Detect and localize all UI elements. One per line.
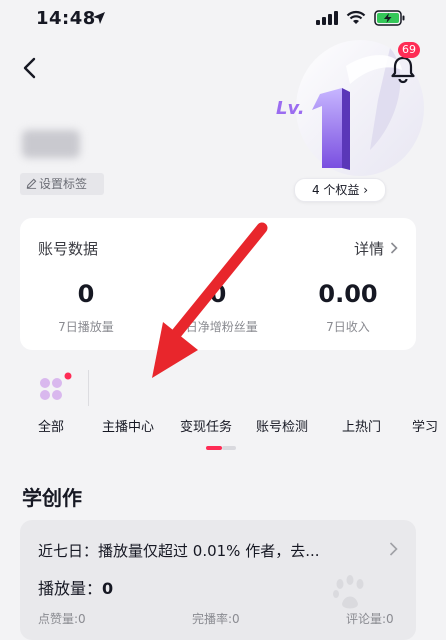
tab-all[interactable]: 全部 xyxy=(38,416,64,435)
tab-divider xyxy=(88,370,89,406)
category-tabs: 全部 主播中心 变现任务 账号检测 上热门 学习 xyxy=(0,416,446,436)
chevron-right-icon xyxy=(390,242,398,254)
level-prefix: Lv. xyxy=(276,98,305,119)
set-tag-button[interactable]: 设置标签 xyxy=(20,173,104,195)
notification-bell-icon[interactable] xyxy=(388,54,418,84)
learn-plays: 播放量：0 xyxy=(38,575,113,599)
metric-value: 0 xyxy=(77,280,95,308)
tab-scroll-indicator xyxy=(206,446,236,450)
tab-monetize-tasks[interactable]: 变现任务 xyxy=(180,416,232,435)
battery-charging-icon xyxy=(374,10,405,26)
tab-account-check[interactable]: 账号检测 xyxy=(256,416,308,435)
status-time: 14:48 xyxy=(36,8,96,29)
metric-label: 7日净增粉丝量 xyxy=(178,320,258,334)
metric-followers[interactable]: 0 7日净增粉丝量 xyxy=(158,280,278,335)
metric-income[interactable]: 0.00 7日收入 xyxy=(288,280,408,335)
tab-learn[interactable]: 学习 xyxy=(412,416,438,435)
location-arrow-icon xyxy=(93,12,105,24)
notification-badge: 69 xyxy=(398,42,420,58)
signal-icon xyxy=(316,11,338,25)
benefits-button[interactable]: 4 个权益 › xyxy=(294,178,386,202)
metric-plays[interactable]: 0 7日播放量 xyxy=(26,280,146,335)
metric-value: 0.00 xyxy=(318,280,378,308)
tab-streamer-center[interactable]: 主播中心 xyxy=(102,416,154,435)
all-grid-icon[interactable] xyxy=(38,372,72,406)
details-link[interactable]: 详情 xyxy=(354,238,398,259)
tab-trending[interactable]: 上热门 xyxy=(342,416,381,435)
wifi-icon xyxy=(346,10,366,24)
set-tag-label: 设置标签 xyxy=(39,177,88,191)
section-title-learn: 学创作 xyxy=(22,486,82,510)
chevron-right-icon xyxy=(389,542,398,556)
learn-plays-value: 0 xyxy=(102,579,114,598)
metric-label: 7日播放量 xyxy=(58,320,114,334)
username-blurred xyxy=(22,130,80,158)
learn-stat-completion: 完播率:0 xyxy=(192,612,240,626)
learn-card-headline: 近七日：播放量仅超过 0.01% 作者，去... xyxy=(38,542,320,560)
details-label: 详情 xyxy=(353,240,384,258)
account-data-card: 账号数据 详情 0 7日播放量 0 7日净增粉丝量 0.00 7日收入 xyxy=(20,218,416,350)
account-data-title: 账号数据 xyxy=(38,240,99,258)
back-button[interactable] xyxy=(16,54,44,82)
pencil-icon xyxy=(26,178,37,189)
learn-stat-likes: 点赞量:0 xyxy=(38,612,86,626)
learn-plays-label: 播放量： xyxy=(38,579,103,598)
metric-value: 0 xyxy=(209,280,227,308)
metric-label: 7日收入 xyxy=(326,320,370,334)
watermark-logo xyxy=(333,575,364,609)
